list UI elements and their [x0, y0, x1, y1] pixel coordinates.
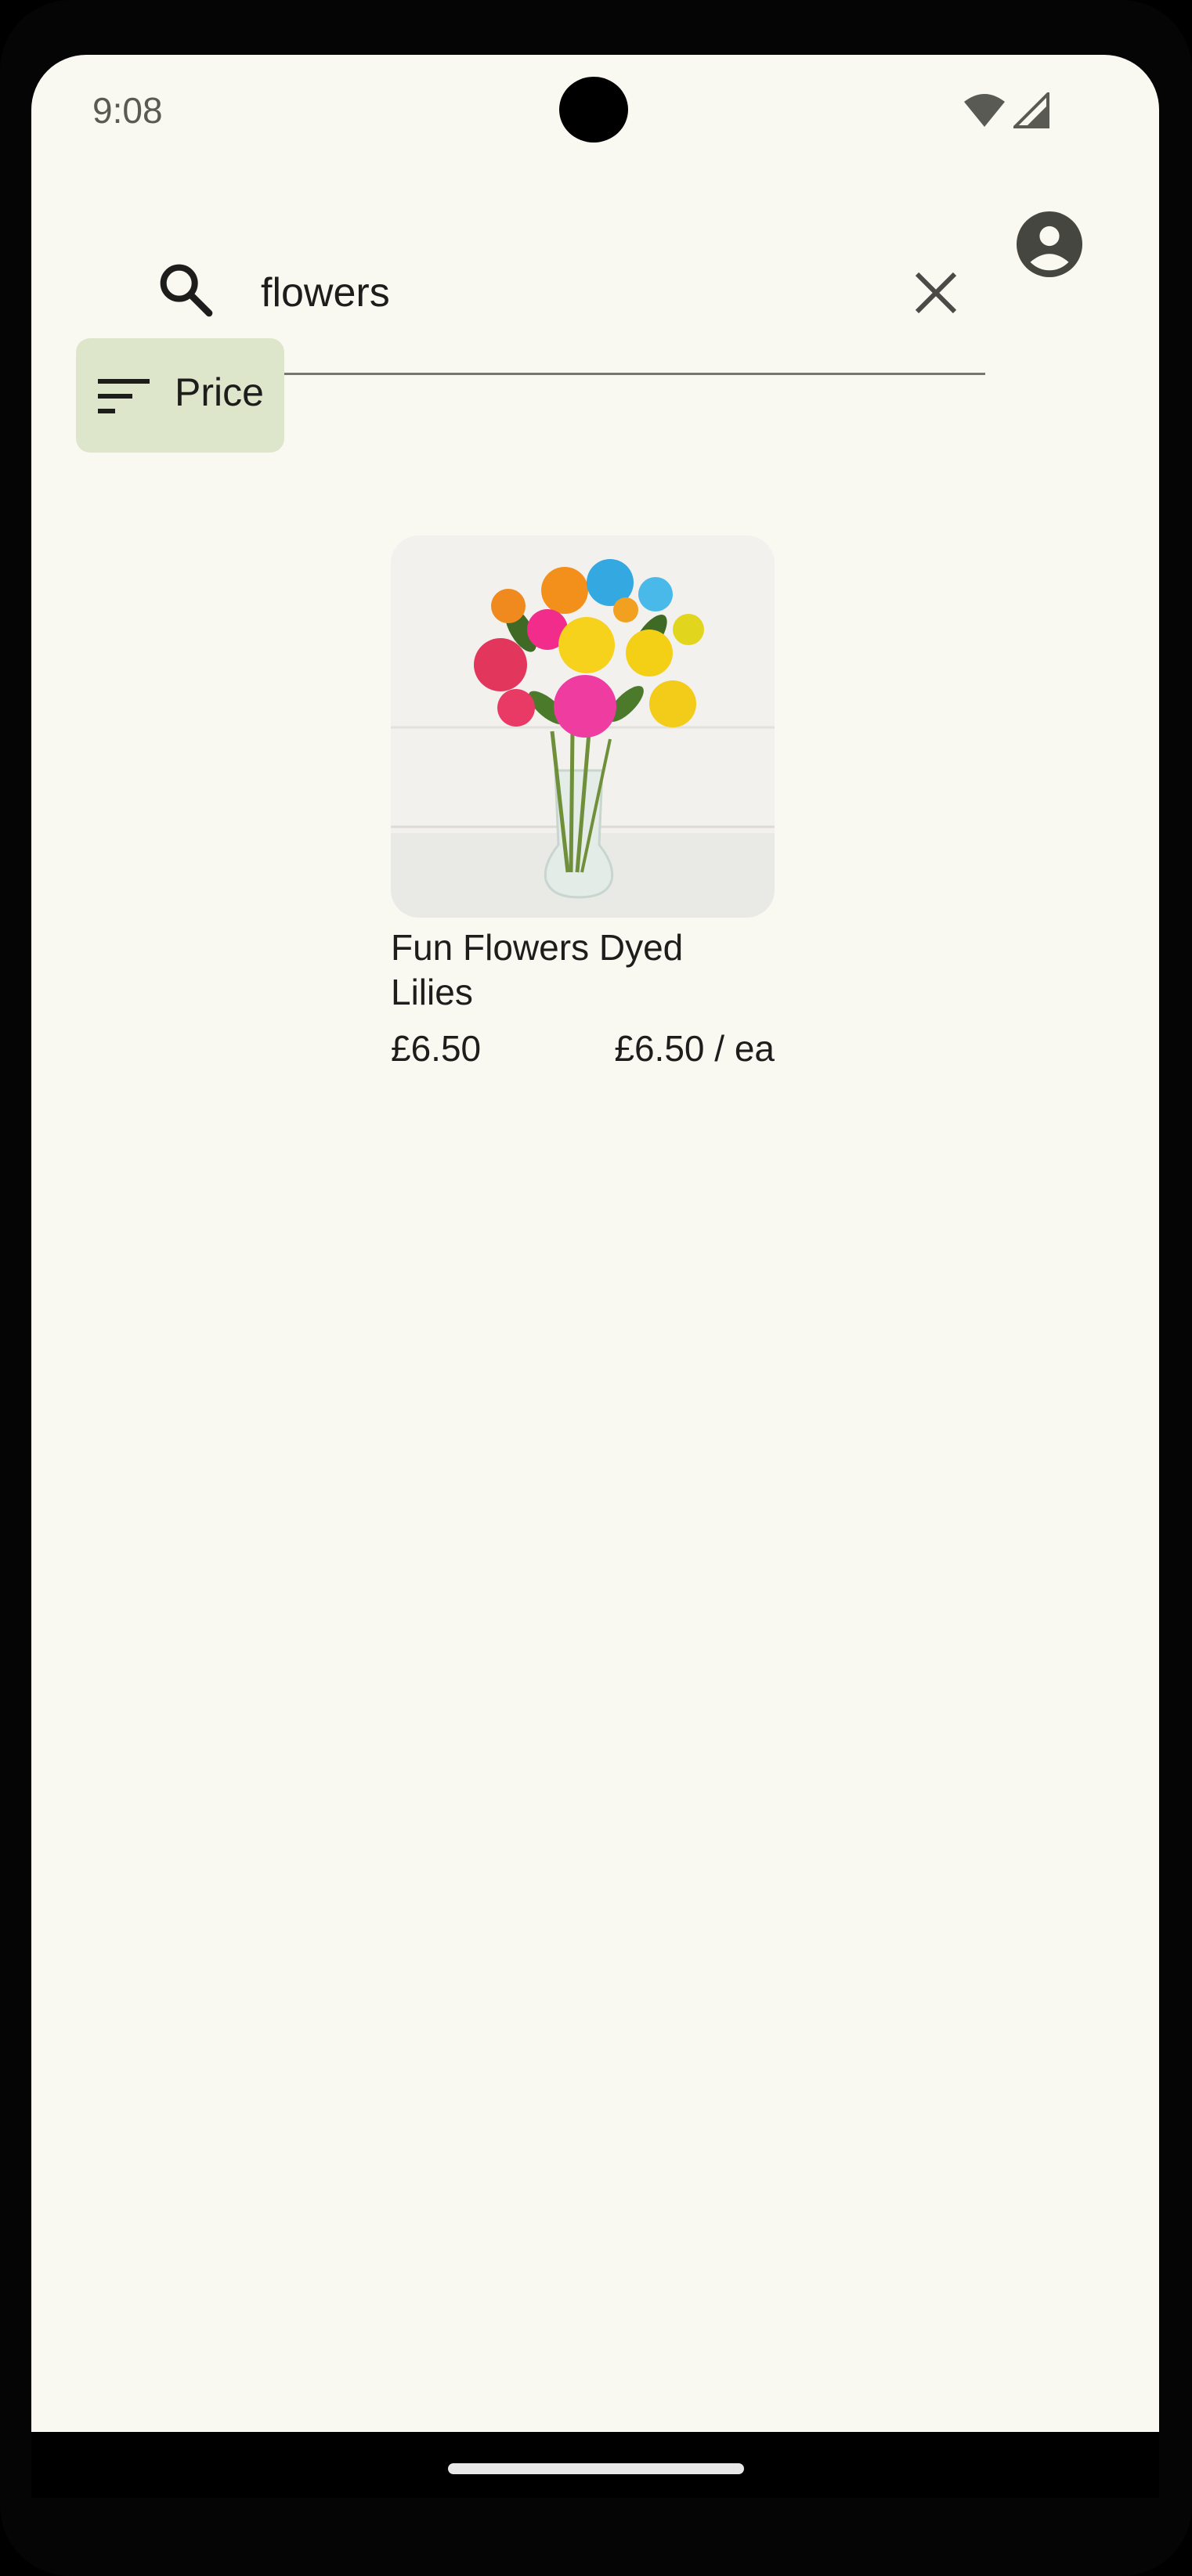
product-card[interactable]: Fun Flowers Dyed Lilies £6.50 £6.50 / ea: [391, 536, 775, 1084]
phone-frame: 9:08 flowers Price Fun Flowers Dyed Lili…: [0, 0, 1192, 2576]
home-gesture-handle[interactable]: [448, 2463, 744, 2474]
price-sort-chip[interactable]: Price: [76, 338, 284, 453]
close-icon[interactable]: [908, 265, 964, 321]
camera-cutout: [559, 77, 628, 143]
wifi-icon: [964, 94, 1005, 127]
search-input[interactable]: [261, 265, 825, 321]
status-icons: [963, 92, 1049, 128]
price-chip-label: Price: [175, 370, 264, 414]
status-time: 9:08: [92, 90, 163, 131]
sort-icon: [98, 379, 150, 413]
status-bar: 9:08: [31, 55, 1159, 172]
account-circle-icon[interactable]: [1017, 211, 1082, 277]
app-screen: 9:08 flowers Price Fun Flowers Dyed Lili…: [31, 55, 1159, 2498]
product-name: Fun Flowers Dyed Lilies: [391, 927, 684, 1012]
product-unit-price: £6.50 / ea: [614, 1028, 775, 1069]
search-icon[interactable]: [154, 258, 217, 321]
product-price: £6.50: [391, 1028, 482, 1069]
cellular-signal-icon: [1013, 92, 1049, 128]
product-image[interactable]: [391, 536, 775, 918]
